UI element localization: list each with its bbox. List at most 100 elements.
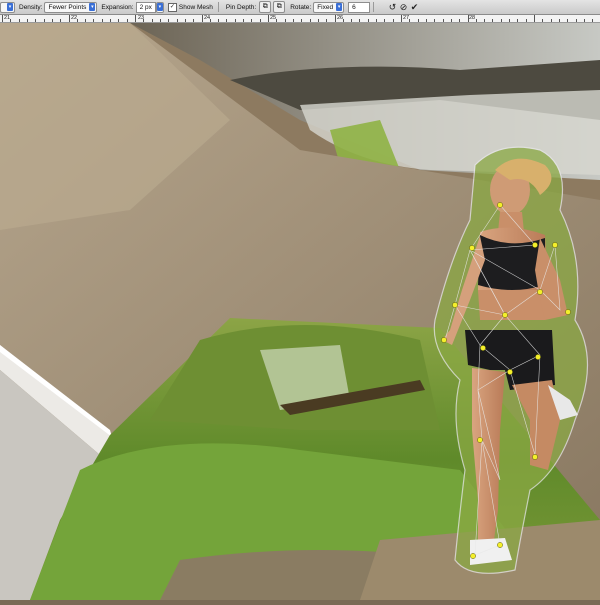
ruler-minor-tick <box>292 19 294 22</box>
ruler-tick <box>2 15 3 22</box>
ruler-minor-tick <box>93 19 95 22</box>
rotate-angle-field[interactable]: 6 <box>348 1 371 13</box>
ruler-minor-tick <box>35 19 37 22</box>
ruler-minor-tick <box>101 19 103 22</box>
ruler-minor-tick <box>417 19 419 22</box>
ruler-minor-tick <box>359 19 361 22</box>
reset-pins-button[interactable]: ↺ <box>387 2 398 13</box>
ruler-minor-tick <box>43 19 45 22</box>
ruler-minor-tick <box>10 19 12 22</box>
ruler-minor-tick <box>18 19 20 22</box>
send-backward-icon: ⧉ <box>276 3 282 10</box>
expansion-field[interactable]: 2 px <box>135 1 156 13</box>
reset-icon: ↺ <box>388 1 397 12</box>
ruler-minor-tick <box>367 19 369 22</box>
ruler-minor-tick <box>176 19 178 22</box>
ruler-minor-tick <box>442 19 444 22</box>
ruler-minor-tick <box>484 19 486 22</box>
density-label: Density: <box>19 3 43 11</box>
expansion-stepper[interactable]: ▾ <box>155 1 164 13</box>
canvas-image <box>0 23 600 600</box>
ruler-tick <box>334 15 336 22</box>
ruler-tick <box>467 15 469 22</box>
ruler-minor-tick <box>301 19 303 22</box>
show-mesh-label: Show Mesh <box>178 3 213 11</box>
ruler-minor-tick <box>525 19 527 22</box>
divider <box>217 2 219 12</box>
document-canvas[interactable] <box>0 23 600 600</box>
ruler-minor-tick <box>342 19 344 22</box>
ruler-minor-tick <box>351 19 353 22</box>
dropdown-arrow-icon: ▾ <box>89 3 96 11</box>
ruler-minor-tick <box>492 19 494 22</box>
ruler-minor-tick <box>234 19 236 22</box>
tool-preset-picker[interactable]: ▾ <box>0 1 15 13</box>
ruler-minor-tick <box>592 19 594 22</box>
ruler-minor-tick <box>409 19 411 22</box>
commit-button[interactable]: ✔ <box>409 2 420 13</box>
stepper-arrow-icon: ▾ <box>156 3 163 11</box>
options-bar: ▾ Density: Fewer Points ▾ Expansion: 2 px… <box>0 0 600 15</box>
ruler-minor-tick <box>500 19 502 22</box>
ruler-minor-tick <box>159 19 161 22</box>
ruler-minor-tick <box>376 19 377 22</box>
pin-depth-forward-button[interactable]: ⧉ <box>259 1 272 13</box>
ruler-minor-tick <box>558 19 560 22</box>
ruler-minor-tick <box>326 19 328 22</box>
pin-depth-backward-button[interactable]: ⧉ <box>273 1 286 13</box>
dropdown-arrow-icon: ▾ <box>336 3 343 11</box>
ruler-minor-tick <box>218 19 220 22</box>
cancel-button[interactable]: ⊘ <box>398 2 409 13</box>
density-select[interactable]: Fewer Points ▾ <box>44 1 98 13</box>
ruler-minor-tick <box>392 19 394 22</box>
ruler-minor-tick <box>151 19 153 22</box>
ruler-minor-tick <box>450 19 452 22</box>
pin-depth-label: Pin Depth: <box>225 3 257 11</box>
ruler-minor-tick <box>517 19 519 22</box>
ruler-minor-tick <box>434 19 436 22</box>
ruler-minor-tick <box>193 19 195 22</box>
rotate-select[interactable]: Fixed ▾ <box>313 1 345 13</box>
ruler-minor-tick <box>76 19 78 22</box>
ruler-minor-tick <box>317 19 319 22</box>
checkmark-icon: ✔ <box>410 1 419 12</box>
ruler-minor-tick <box>583 19 585 22</box>
cancel-icon: ⊘ <box>399 1 408 12</box>
expansion-label: Expansion: <box>101 3 134 11</box>
ruler-label: 27 <box>403 15 410 21</box>
ruler-minor-tick <box>251 19 253 22</box>
show-mesh-checkbox[interactable]: ✓ <box>167 2 177 12</box>
horizontal-ruler[interactable]: 21 22 23 24 25 26 27 28 <box>0 15 600 23</box>
ruler-minor-tick <box>259 19 261 22</box>
ruler-minor-tick <box>60 19 62 22</box>
dropdown-arrow-icon: ▾ <box>7 3 13 11</box>
ruler-minor-tick <box>209 19 211 22</box>
ruler-minor-tick <box>284 19 286 22</box>
ruler-minor-tick <box>276 19 278 22</box>
ruler-minor-tick <box>143 19 145 22</box>
ruler-tick <box>201 15 203 22</box>
ruler-minor-tick <box>542 19 544 22</box>
ruler-minor-tick <box>567 19 569 22</box>
ruler-label: 25 <box>270 15 277 21</box>
ruler-tick <box>68 15 70 22</box>
rotate-label: Rotate: <box>290 3 312 11</box>
ruler-minor-tick <box>575 19 577 22</box>
ruler-minor-tick <box>384 19 386 22</box>
ruler-minor-tick <box>110 19 111 22</box>
ruler-minor-tick <box>51 19 53 22</box>
ruler-label: 28 <box>469 15 476 21</box>
ruler-minor-tick <box>118 19 120 22</box>
ruler-minor-tick <box>509 19 510 22</box>
ruler-minor-tick <box>309 19 311 22</box>
ruler-minor-tick <box>425 19 427 22</box>
density-value: Fewer Points <box>48 3 87 11</box>
ruler-tick <box>135 15 136 22</box>
ruler-tick <box>401 15 402 22</box>
divider <box>373 2 375 12</box>
ruler-minor-tick <box>168 19 170 22</box>
rotate-value: Fixed <box>317 3 334 11</box>
ruler-minor-tick <box>550 19 552 22</box>
bring-forward-icon: ⧉ <box>262 3 268 10</box>
ruler-minor-tick <box>184 19 186 22</box>
